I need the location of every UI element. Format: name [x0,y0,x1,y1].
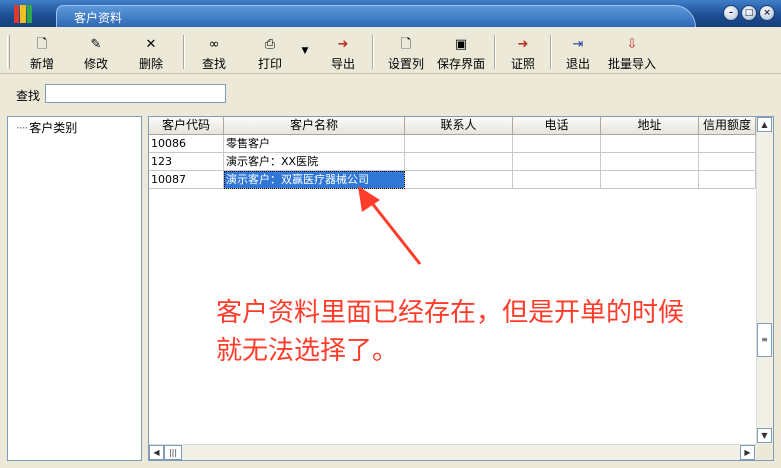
table-cell[interactable] [601,153,699,171]
selected-table-cell[interactable]: 演示客户：双赢医疗器械公司 [224,171,405,189]
edit-button[interactable]: ✎ 修改 [80,37,112,73]
scroll-up-icon[interactable]: ▲ [757,117,772,132]
app-icon [14,5,32,23]
license-icon: ➜ [517,37,529,52]
toolbar-grip [7,35,10,69]
annotation-text: 客户资料里面已经存在，但是开单的时候 就无法选择了。 [216,294,684,370]
exit-button[interactable]: ⇥ 退出 [562,37,594,73]
column-header-name[interactable]: 客户名称 [224,117,405,135]
scroll-left-icon[interactable]: ◀ [149,445,164,460]
batch-import-icon: ⇩ [626,37,638,52]
table-cell[interactable] [513,153,601,171]
edit-document-icon: ✎ [90,37,102,52]
table-cell[interactable] [405,135,513,153]
scroll-right-icon[interactable]: ▶ [740,445,755,460]
license-button[interactable]: ➜ 证照 [507,37,539,73]
delete-x-icon: ✕ [145,37,157,52]
table-cell[interactable]: 123 [149,153,224,171]
exit-door-icon: ⇥ [572,37,584,52]
set-columns-button[interactable]: 🗋 设置列 [386,37,426,73]
table-cell[interactable]: 10086 [149,135,224,153]
table-cell[interactable] [699,153,756,171]
column-header-credit[interactable]: 信用额度 [699,117,756,135]
annotation-line-2: 就无法选择了。 [216,336,399,366]
scroll-down-icon[interactable]: ▼ [757,428,772,443]
printer-icon: ⎙ [264,37,276,52]
minimize-icon[interactable]: – [723,5,739,21]
binoculars-icon: ∞ [208,37,220,52]
column-header-code[interactable]: 客户代码 [149,117,224,135]
save-disk-icon: ▣ [454,37,468,52]
save-layout-button[interactable]: ▣ 保存界面 [435,37,487,73]
table-cell[interactable]: 10087 [149,171,224,189]
column-header-phone[interactable]: 电话 [513,117,601,135]
table-cell[interactable]: 零售客户 [224,135,405,153]
export-button[interactable]: ➜ 导出 [327,37,359,73]
vertical-scrollbar[interactable]: ▲ ≡ ▼ [756,117,773,444]
close-icon[interactable]: × [759,5,775,21]
delete-button[interactable]: ✕ 删除 [135,37,167,73]
table-cell[interactable] [405,171,513,189]
table-cell[interactable]: 演示客户：XX医院 [224,153,405,171]
vertical-scroll-thumb[interactable]: ≡ [757,323,772,357]
scrollbar-corner [756,444,773,460]
table-cell[interactable] [601,171,699,189]
table-cell[interactable] [699,171,756,189]
toolbar: 🗋 新增 ✎ 修改 ✕ 删除 ∞ 查找 ⎙ 打印 ▼ ➜ 导出 🗋 设置列 ▣ … [0,27,781,74]
table-cell[interactable] [699,135,756,153]
customer-grid[interactable]: 客户代码 客户名称 联系人 电话 地址 信用额度 10086 零售客户 123 … [148,116,774,461]
title-tab [56,5,696,27]
table-cell[interactable] [513,135,601,153]
toolbar-separator [372,35,374,69]
table-cell[interactable] [405,153,513,171]
toolbar-separator [183,35,185,69]
export-icon: ➜ [337,37,349,52]
customer-category-tree[interactable]: ···· 客户类别 [7,116,142,461]
window-title: 客户资料 [74,11,123,25]
search-label: 查找 [16,89,41,103]
column-header-address[interactable]: 地址 [601,117,699,135]
toolbar-separator [550,35,552,69]
new-button[interactable]: 🗋 新增 [26,37,58,73]
print-button[interactable]: ⎙ 打印 [254,37,286,73]
horizontal-scroll-thumb[interactable]: ||| [164,445,182,460]
column-header-contact[interactable]: 联系人 [405,117,513,135]
column-settings-icon: 🗋 [400,37,412,52]
chevron-down-icon: ▼ [301,46,309,56]
toolbar-separator [494,35,496,69]
find-button[interactable]: ∞ 查找 [198,37,230,73]
restore-icon[interactable]: □ [741,5,757,21]
annotation-line-1: 客户资料里面已经存在，但是开单的时候 [216,298,685,328]
table-cell[interactable] [513,171,601,189]
table-cell[interactable] [601,135,699,153]
print-dropdown-button[interactable]: ▼ [298,37,312,73]
horizontal-scrollbar[interactable]: ◀ ||| ▶ [149,444,756,460]
batch-import-button[interactable]: ⇩ 批量导入 [605,37,659,73]
search-input[interactable] [45,84,226,103]
new-document-icon: 🗋 [36,37,48,52]
tree-item-customer-category[interactable]: ···· 客户类别 [16,119,77,136]
title-bar: 客户资料 – □ × [0,0,781,27]
